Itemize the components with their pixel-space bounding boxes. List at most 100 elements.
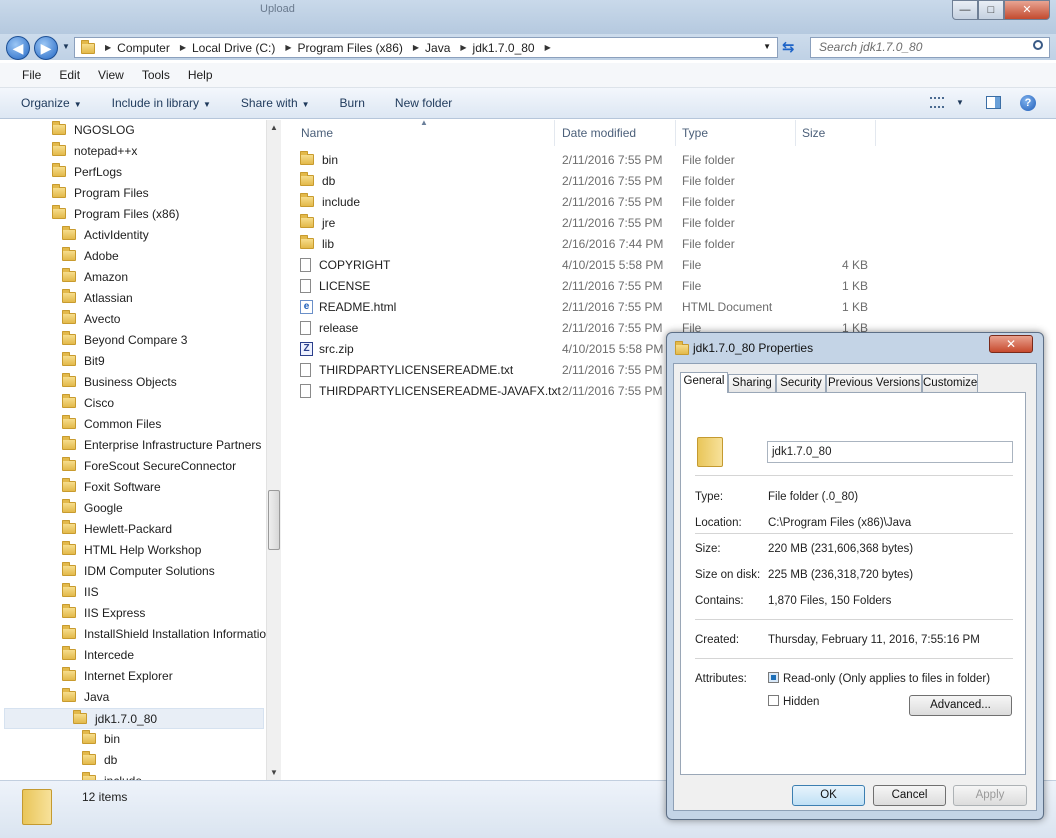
chevron-right-icon[interactable]: ▶ <box>545 43 551 52</box>
column-header-type[interactable]: Type <box>676 120 796 146</box>
nav-item[interactable]: Avecto <box>0 309 266 330</box>
nav-item[interactable]: Common Files <box>0 414 266 435</box>
chevron-down-icon: ▼ <box>203 100 211 109</box>
nav-item[interactable]: Internet Explorer <box>0 666 266 687</box>
file-row[interactable]: COPYRIGHT 4/10/2015 5:58 PM File 4 KB <box>300 255 940 276</box>
cancel-button[interactable]: Cancel <box>873 785 946 806</box>
nav-item[interactable]: Hewlett-Packard <box>0 519 266 540</box>
nav-item[interactable]: Java <box>0 687 266 708</box>
address-dropdown-icon[interactable]: ▼ <box>763 42 771 51</box>
breadcrumb-computer[interactable]: Computer <box>117 41 170 55</box>
menu-view[interactable]: View <box>98 68 124 82</box>
breadcrumb-jdk[interactable]: jdk1.7.0_80 <box>473 41 535 55</box>
nav-item[interactable]: PerfLogs <box>0 162 266 183</box>
new-folder-button[interactable]: New folder <box>395 96 452 110</box>
nav-item[interactable]: IIS <box>0 582 266 603</box>
back-button[interactable]: ◀ <box>6 36 30 60</box>
nav-item[interactable]: Program Files <box>0 183 266 204</box>
tab-security[interactable]: Security <box>776 374 826 392</box>
ok-button[interactable]: OK <box>792 785 865 806</box>
chevron-right-icon[interactable]: ▶ <box>413 43 419 52</box>
search-icon[interactable] <box>1033 40 1043 50</box>
nav-item[interactable]: Adobe <box>0 246 266 267</box>
nav-item[interactable]: NGOSLOG <box>0 120 266 141</box>
readonly-checkbox[interactable]: Read-only (Only applies to files in fold… <box>768 672 990 685</box>
preview-pane-icon[interactable] <box>986 96 1001 109</box>
nav-item[interactable]: Google <box>0 498 266 519</box>
file-row[interactable]: lib 2/16/2016 7:44 PM File folder <box>300 234 940 255</box>
dialog-close-button[interactable]: ✕ <box>989 335 1033 353</box>
include-in-library-button[interactable]: Include in library ▼ <box>112 96 211 110</box>
view-options-icon[interactable] <box>930 97 944 108</box>
file-row[interactable]: include 2/11/2016 7:55 PM File folder <box>300 192 940 213</box>
nav-item[interactable]: Beyond Compare 3 <box>0 330 266 351</box>
nav-item[interactable]: jdk1.7.0_80 <box>4 708 264 729</box>
chevron-right-icon[interactable]: ▶ <box>180 43 186 52</box>
nav-item[interactable]: Atlassian <box>0 288 266 309</box>
scroll-up-icon[interactable]: ▲ <box>270 123 278 132</box>
file-row[interactable]: e README.html 2/11/2016 7:55 PM HTML Docume… <box>300 297 940 318</box>
forward-button[interactable]: ▶ <box>34 36 58 60</box>
column-header-date[interactable]: Date modified <box>556 120 676 146</box>
search-input[interactable]: Search jdk1.7.0_80 <box>810 37 1050 58</box>
menu-tools[interactable]: Tools <box>142 68 170 82</box>
hidden-checkbox[interactable]: Hidden <box>768 695 819 708</box>
nav-item[interactable]: HTML Help Workshop <box>0 540 266 561</box>
nav-item[interactable]: InstallShield Installation Informatio <box>0 624 266 645</box>
scroll-down-icon[interactable]: ▼ <box>270 768 278 777</box>
nav-item[interactable]: notepad++x <box>0 141 266 162</box>
help-icon[interactable]: ? <box>1020 95 1036 111</box>
tab-general[interactable]: General <box>680 372 728 393</box>
file-row[interactable]: LICENSE 2/11/2016 7:55 PM File 1 KB <box>300 276 940 297</box>
column-header-name[interactable]: Name <box>295 120 555 146</box>
menu-edit[interactable]: Edit <box>59 68 80 82</box>
address-bar[interactable]: ▶ Computer ▶ Local Drive (C:) ▶ Program … <box>74 37 778 58</box>
checkbox-icon[interactable] <box>768 695 779 707</box>
nav-item[interactable]: IDM Computer Solutions <box>0 561 266 582</box>
nav-item[interactable]: Business Objects <box>0 372 266 393</box>
nav-item[interactable]: Bit9 <box>0 351 266 372</box>
nav-item[interactable]: Program Files (x86) <box>0 204 266 225</box>
nav-item[interactable]: Amazon <box>0 267 266 288</box>
nav-item[interactable]: db <box>0 750 266 771</box>
minimize-button[interactable]: — <box>952 0 978 20</box>
close-button[interactable]: ✕ <box>1004 0 1050 20</box>
chevron-down-icon[interactable]: ▼ <box>956 98 964 107</box>
apply-button[interactable]: Apply <box>953 785 1027 806</box>
breadcrumb-program-files-x86[interactable]: Program Files (x86) <box>298 41 403 55</box>
nav-item[interactable]: ActivIdentity <box>0 225 266 246</box>
scroll-thumb[interactable] <box>268 490 280 550</box>
breadcrumb-local-drive[interactable]: Local Drive (C:) <box>192 41 275 55</box>
breadcrumb-java[interactable]: Java <box>425 41 450 55</box>
checkbox-checked-icon[interactable] <box>768 672 779 684</box>
nav-item[interactable]: Intercede <box>0 645 266 666</box>
nav-item[interactable]: bin <box>0 729 266 750</box>
maximize-button[interactable]: □ <box>978 0 1004 20</box>
file-date: 2/16/2016 7:44 PM <box>562 237 664 251</box>
nav-item[interactable]: Foxit Software <box>0 477 266 498</box>
nav-item[interactable]: include <box>0 771 266 780</box>
share-with-button[interactable]: Share with ▼ <box>241 96 310 110</box>
menu-help[interactable]: Help <box>188 68 213 82</box>
chevron-right-icon[interactable]: ▶ <box>460 43 466 52</box>
nav-item[interactable]: ForeScout SecureConnector <box>0 456 266 477</box>
file-row[interactable]: jre 2/11/2016 7:55 PM File folder <box>300 213 940 234</box>
organize-button[interactable]: Organize ▼ <box>21 96 82 110</box>
burn-button[interactable]: Burn <box>340 96 365 110</box>
tab-customize[interactable]: Customize <box>922 374 978 392</box>
column-header-size[interactable]: Size <box>796 120 876 146</box>
file-row[interactable]: db 2/11/2016 7:55 PM File folder <box>300 171 940 192</box>
nav-item[interactable]: Cisco <box>0 393 266 414</box>
nav-scrollbar[interactable]: ▲ ▼ <box>266 120 281 780</box>
tab-previous-versions[interactable]: Previous Versions <box>826 374 922 392</box>
recent-pages-icon[interactable]: ▼ <box>62 42 70 51</box>
menu-file[interactable]: File <box>22 68 41 82</box>
tab-sharing[interactable]: Sharing <box>728 374 776 392</box>
nav-item[interactable]: IIS Express <box>0 603 266 624</box>
chevron-right-icon[interactable]: ▶ <box>285 43 291 52</box>
advanced-button[interactable]: Advanced... <box>909 695 1012 716</box>
folder-name-field[interactable]: jdk1.7.0_80 <box>767 441 1013 463</box>
nav-item[interactable]: Enterprise Infrastructure Partners <box>0 435 266 456</box>
file-row[interactable]: bin 2/11/2016 7:55 PM File folder <box>300 150 940 171</box>
refresh-icon[interactable]: ⇆ <box>782 38 795 56</box>
